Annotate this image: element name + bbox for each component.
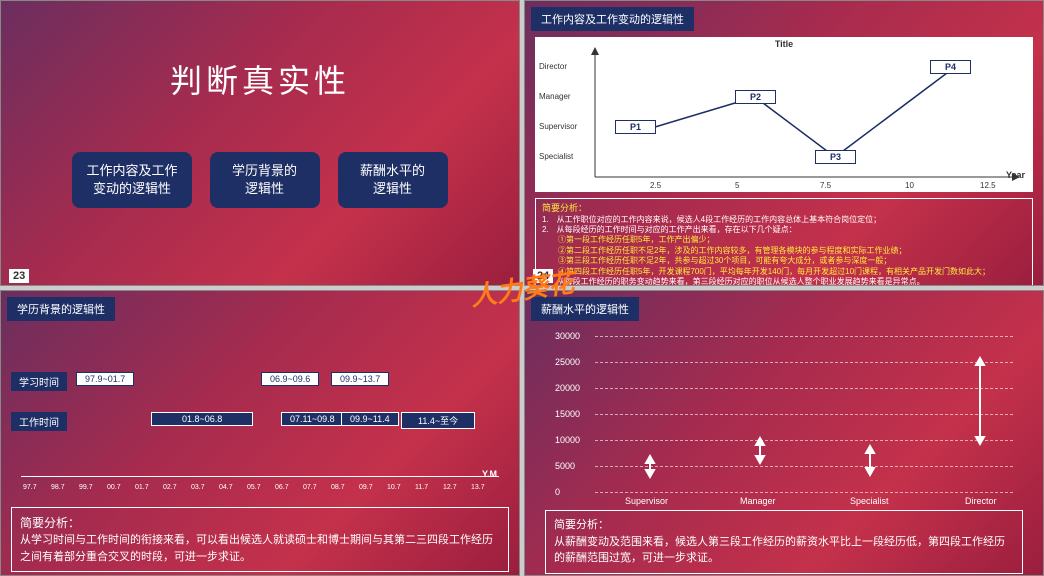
- tick: 06.7: [275, 484, 289, 491]
- salary-chart: 30000 25000 20000 15000 10000 5000 0: [545, 331, 1023, 506]
- work-box: 11.4~至今: [401, 412, 475, 429]
- pill-1: 工作内容及工作 变动的逻辑性: [72, 152, 191, 208]
- career-chart: Title Director Manager Supervisor Specia…: [535, 37, 1033, 192]
- analysis-line: 1. 从工作职位对应的工作内容来说，候选人4段工作经历的工作内容总体上基本符合岗…: [542, 215, 1026, 225]
- x-tick: 12.5: [980, 181, 996, 190]
- range-svg: [595, 331, 1015, 496]
- section-header: 工作内容及工作变动的逻辑性: [531, 7, 694, 31]
- analysis-box: 简要分析： 1. 从工作职位对应的工作内容来说，候选人4段工作经历的工作内容总体…: [535, 198, 1033, 286]
- y-tick: 0: [555, 487, 560, 497]
- analysis-line: 3. 从每段工作经历的职务变动趋势来看，第三段经历对应的职位从候选人整个职业发展…: [542, 277, 1026, 286]
- y-tick: 10000: [555, 435, 580, 445]
- y-tick: 15000: [555, 409, 580, 419]
- analysis-box: 简要分析： 从薪酬变动及范围来看，候选人第三段工作经历的薪资水平比上一段经历低，…: [545, 510, 1023, 574]
- point-p3: P3: [815, 150, 856, 164]
- slide-education: 学历背景的逻辑性 学习时间 工作时间 97.9~01.7 06.9~09.6 0…: [0, 290, 520, 576]
- analysis-box: 简要分析： 从学习时间与工作时间的衔接来看，可以看出候选人就读硕士和博士期间与其…: [11, 507, 509, 572]
- pill-3: 薪酬水平的 逻辑性: [338, 152, 448, 208]
- tick: 05.7: [247, 484, 261, 491]
- study-box: 97.9~01.7: [76, 372, 134, 386]
- study-label: 学习时间: [11, 372, 67, 391]
- work-box: 01.8~06.8: [151, 412, 253, 426]
- tick: 09.7: [359, 484, 373, 491]
- work-box: 07.11~09.8: [281, 412, 344, 426]
- tick: 97.7: [23, 484, 37, 491]
- y-tick: 5000: [555, 461, 575, 471]
- study-box: 09.9~13.7: [331, 372, 389, 386]
- tick: 12.7: [443, 484, 457, 491]
- tick: 04.7: [219, 484, 233, 491]
- axis-label: Y.M: [482, 469, 497, 479]
- x-cat: Specialist: [850, 496, 889, 506]
- study-box: 06.9~09.6: [261, 372, 319, 386]
- tick: 08.7: [331, 484, 345, 491]
- slide-salary: 薪酬水平的逻辑性 30000 25000 20000 15000 10000 5…: [524, 290, 1044, 576]
- analysis-body: 从学习时间与工作时间的衔接来看，可以看出候选人就读硕士和博士期间与其第二三四段工…: [20, 532, 500, 565]
- y-tick: 20000: [555, 383, 580, 393]
- x-cat: Supervisor: [625, 496, 668, 506]
- slide-title: 判断真实性: [1, 56, 519, 102]
- analysis-title: 简要分析：: [554, 517, 1014, 534]
- tick: 13.7: [471, 484, 485, 491]
- x-cat: Manager: [740, 496, 776, 506]
- pill-row: 工作内容及工作 变动的逻辑性 学历背景的 逻辑性 薪酬水平的 逻辑性: [1, 152, 519, 208]
- tick: 02.7: [163, 484, 177, 491]
- timeline-axis: [21, 476, 499, 477]
- tick: 01.7: [135, 484, 149, 491]
- point-p2: P2: [735, 90, 776, 104]
- work-box: 09.9~11.4: [341, 412, 399, 426]
- section-header: 学历背景的逻辑性: [7, 297, 115, 321]
- x-tick: 7.5: [820, 181, 831, 190]
- y-tick: 25000: [555, 357, 580, 367]
- slide-24: 工作内容及工作变动的逻辑性 Title Director Manager Sup…: [524, 0, 1044, 286]
- tick: 00.7: [107, 484, 121, 491]
- tick: 03.7: [191, 484, 205, 491]
- analysis-line: ④第四段工作经历任职5年，开发课程700门，平均每年开发140门，每月开发超过1…: [542, 267, 1026, 277]
- x-tick: 10: [905, 181, 914, 190]
- tick: 10.7: [387, 484, 401, 491]
- x-tick: 2.5: [650, 181, 661, 190]
- analysis-title: 简要分析：: [20, 514, 500, 532]
- analysis-title: 简要分析：: [542, 203, 1026, 215]
- x-cat: Director: [965, 496, 997, 506]
- slide-number: 23: [9, 269, 29, 283]
- tick: 11.7: [415, 484, 428, 491]
- pill-2: 学历背景的 逻辑性: [210, 152, 320, 208]
- analysis-line: ①第一段工作经历任职5年，工作产出偏少；: [542, 235, 1026, 245]
- tick: 07.7: [303, 484, 317, 491]
- timeline-chart: 学习时间 工作时间 97.9~01.7 06.9~09.6 09.9~13.7 …: [11, 337, 509, 497]
- tick: 98.7: [51, 484, 65, 491]
- work-label: 工作时间: [11, 412, 67, 431]
- slide-number: 24: [533, 269, 553, 283]
- point-p1: P1: [615, 120, 656, 134]
- tick: 99.7: [79, 484, 93, 491]
- analysis-line: ③第三段工作经历任职不足2年，共参与超过30个项目，可能有夸大成分，或者参与深度…: [542, 256, 1026, 266]
- point-p4: P4: [930, 60, 971, 74]
- x-axis-label: Year: [1006, 170, 1025, 180]
- analysis-line: 2. 从每段经历的工作时间与对应的工作产出来看，存在以下几个疑点：: [542, 225, 1026, 235]
- slide-23: 判断真实性 工作内容及工作 变动的逻辑性 学历背景的 逻辑性 薪酬水平的 逻辑性…: [0, 0, 520, 286]
- analysis-body: 从薪酬变动及范围来看，候选人第三段工作经历的薪资水平比上一段经历低，第四段工作经…: [554, 534, 1014, 567]
- y-tick: 30000: [555, 331, 580, 341]
- x-tick: 5: [735, 181, 739, 190]
- analysis-line: ②第二段工作经历任职不足2年，涉及的工作内容较多，有管理各模块的参与程度和实际工…: [542, 246, 1026, 256]
- section-header: 薪酬水平的逻辑性: [531, 297, 639, 321]
